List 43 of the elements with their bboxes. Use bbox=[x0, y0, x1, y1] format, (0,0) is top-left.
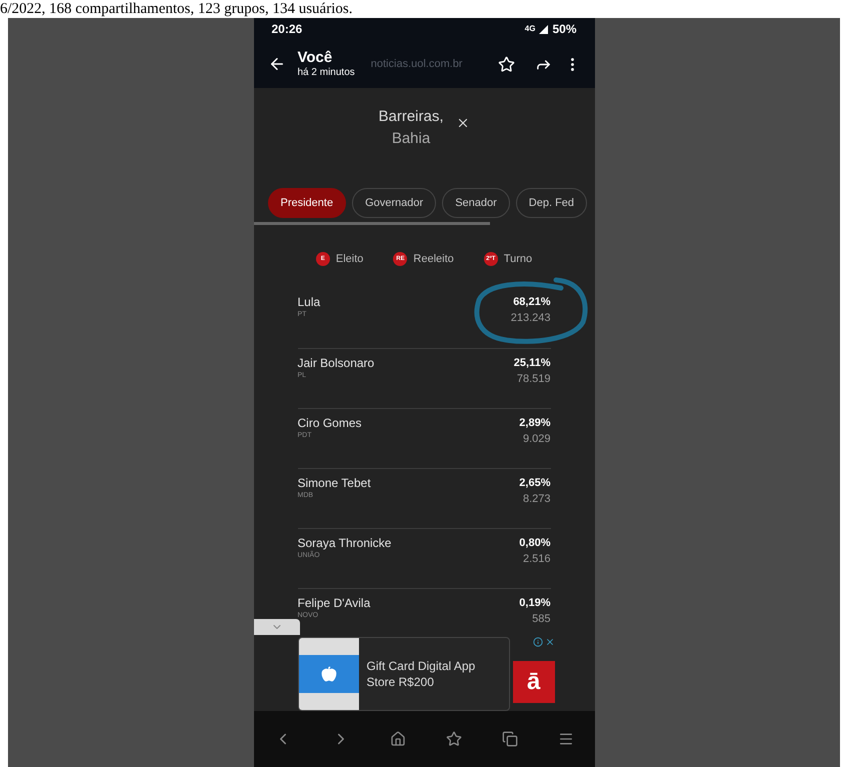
clock: 20:26 bbox=[272, 21, 302, 38]
legend-label: Turno bbox=[504, 252, 532, 267]
vote-count: 2.516 bbox=[522, 552, 550, 566]
legend-label: Eleito bbox=[336, 252, 364, 267]
candidate-name: Simone Tebet bbox=[298, 474, 371, 490]
vote-percent: 68,21% bbox=[513, 294, 550, 310]
close-ad-icon[interactable] bbox=[544, 637, 554, 647]
url: noticias.uol.com.br bbox=[370, 56, 462, 72]
page-subtitle: há 2 minutos bbox=[298, 67, 355, 79]
store-logo: ā bbox=[512, 661, 554, 703]
candidate-name: Lula bbox=[298, 294, 320, 310]
ad-text: Gift Card Digital App Store R$200 bbox=[366, 658, 476, 690]
home-icon[interactable] bbox=[390, 731, 406, 747]
candidate-name: Ciro Gomes bbox=[298, 414, 362, 430]
vote-count: 8.273 bbox=[522, 492, 550, 506]
vote-count: 9.029 bbox=[522, 432, 550, 446]
vote-percent: 0,80% bbox=[519, 536, 550, 550]
ad-banner[interactable]: Gift Card Digital App Store R$200 bbox=[298, 637, 510, 711]
tab[interactable]: Dep. Fed bbox=[516, 188, 588, 218]
city-name: Barreiras, bbox=[378, 107, 444, 127]
vote-count: 213.243 bbox=[510, 310, 550, 326]
network-label: 4G bbox=[524, 23, 536, 35]
page-title: Você bbox=[298, 49, 334, 67]
tab[interactable]: Presidente bbox=[268, 188, 346, 218]
battery-level: 50% bbox=[552, 21, 576, 38]
vote-count: 78.519 bbox=[516, 372, 550, 386]
vote-count: 585 bbox=[532, 612, 550, 626]
tab[interactable]: Senador bbox=[442, 188, 510, 218]
tab[interactable]: Governador bbox=[352, 188, 436, 218]
candidate-name: Soraya Thronicke bbox=[298, 534, 392, 550]
signal-icon bbox=[539, 24, 548, 34]
state-name: Bahia bbox=[392, 129, 430, 149]
vote-percent: 2,65% bbox=[519, 476, 550, 490]
vote-percent: 0,19% bbox=[519, 596, 550, 610]
vote-percent: 25,11% bbox=[514, 356, 550, 370]
legend-label: Reeleito bbox=[413, 252, 454, 267]
vote-percent: 2,89% bbox=[519, 416, 550, 430]
tabs-icon[interactable] bbox=[502, 731, 518, 747]
info-icon[interactable] bbox=[532, 637, 542, 647]
caption: 6/2022, 168 compartilhamentos, 123 grupos, 134 usuários. bbox=[0, 0, 352, 18]
apple-icon bbox=[320, 666, 336, 682]
candidate-name: Jair Bolsonaro bbox=[298, 354, 374, 370]
candidate-name: Felipe D'Avila bbox=[298, 594, 370, 610]
